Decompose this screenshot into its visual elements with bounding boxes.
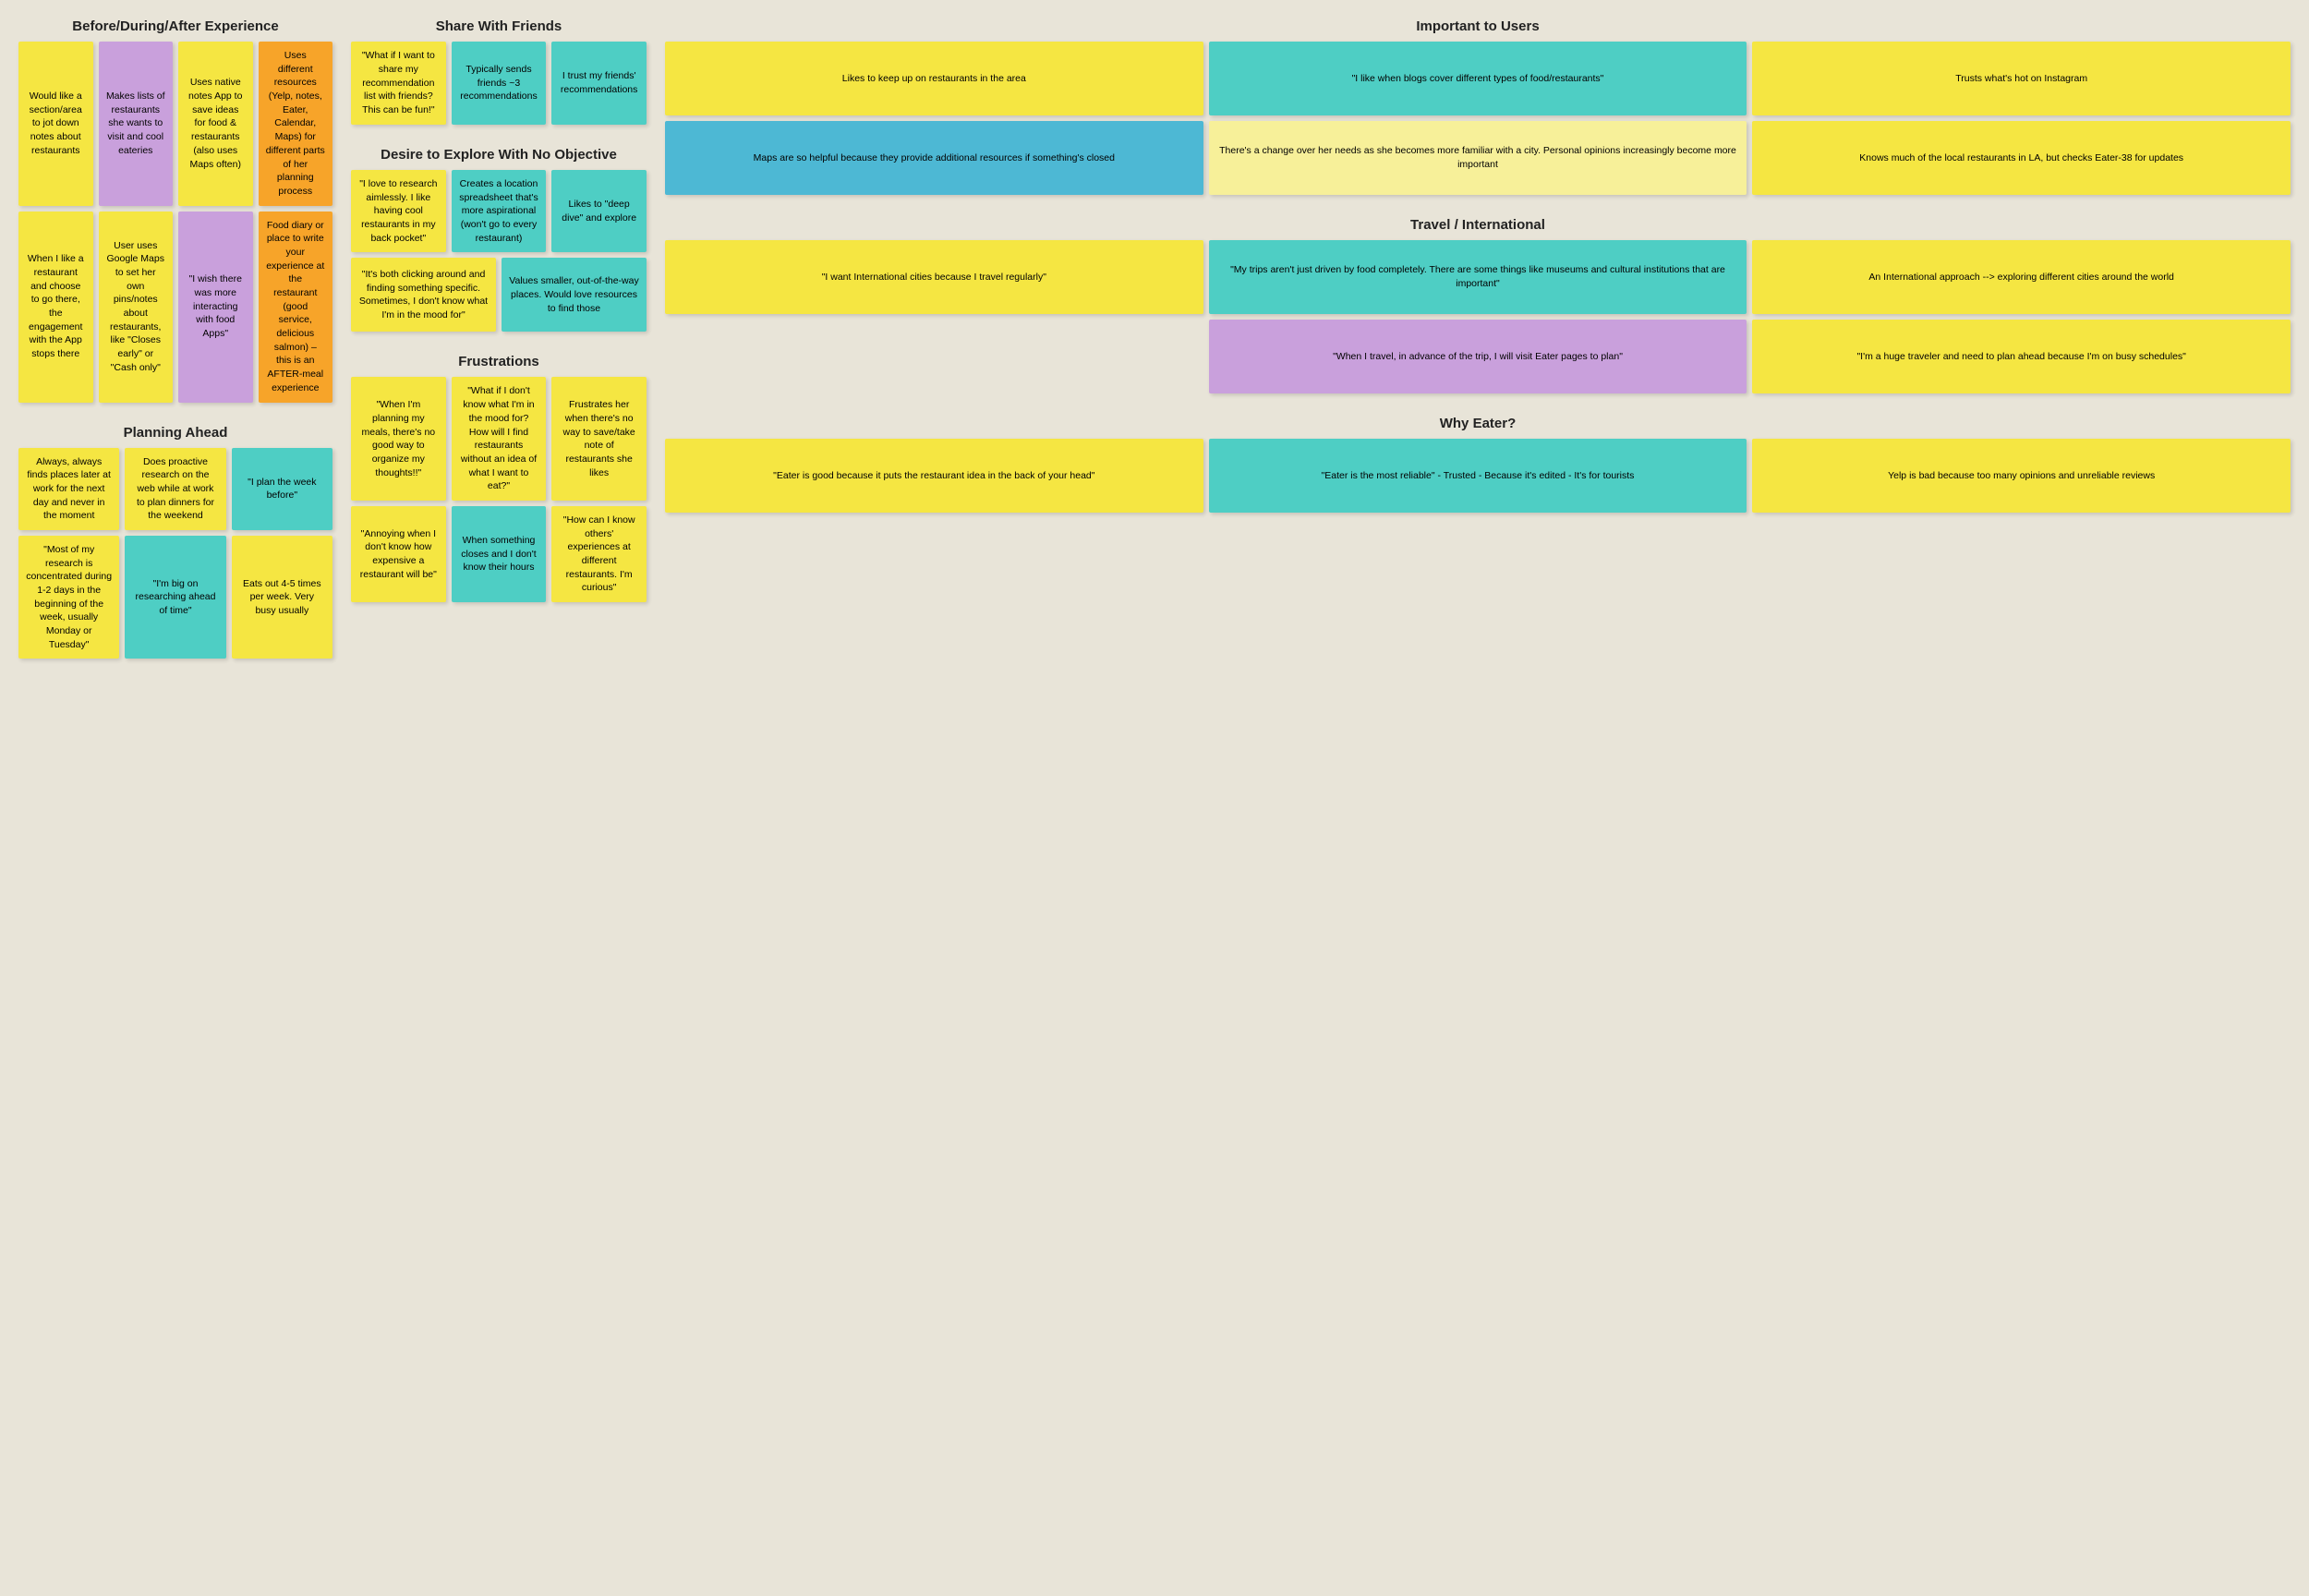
sticky-note: "I'm a huge traveler and need to plan ah… <box>1752 320 2291 393</box>
sticky-note: "I plan the week before" <box>232 448 332 530</box>
planning-ahead-section: Planning Ahead Always, always finds plac… <box>18 425 332 659</box>
sticky-note: "Annoying when I don't know how expensiv… <box>351 506 446 602</box>
sticky-note: "I'm big on researching ahead of time" <box>125 536 225 659</box>
travel-row2-actual: "When I travel, in advance of the trip, … <box>665 320 2291 393</box>
sticky-note: Yelp is bad because too many opinions an… <box>1752 439 2291 513</box>
sticky-note: "I wish there was more interacting with … <box>178 212 253 403</box>
sticky-note: User uses Google Maps to set her own pin… <box>99 212 174 403</box>
sticky-note: Always, always finds places later at wor… <box>18 448 119 530</box>
sticky-note: Maps are so helpful because they provide… <box>665 121 1203 195</box>
before-during-after-section: Before/During/After Experience Would lik… <box>18 18 332 403</box>
why-eater-row1: "Eater is good because it puts the resta… <box>665 439 2291 513</box>
sticky-note: "I love to research aimlessly. I like ha… <box>351 170 446 252</box>
sticky-note: Trusts what's hot on Instagram <box>1752 42 2291 115</box>
frustrations-section: Frustrations "When I'm planning my meals… <box>351 354 647 602</box>
sticky-note: Uses different resources (Yelp, notes, E… <box>259 42 333 206</box>
sticky-note: Knows much of the local restaurants in L… <box>1752 121 2291 195</box>
important-to-users-row2: Maps are so helpful because they provide… <box>665 121 2291 195</box>
sticky-note: "How can I know others' experiences at d… <box>551 506 647 602</box>
frustrations-title: Frustrations <box>351 354 647 369</box>
sticky-note: "My trips aren't just driven by food com… <box>1209 240 1747 314</box>
sticky-note: Frustrates her when there's no way to sa… <box>551 377 647 501</box>
sticky-note: Eats out 4-5 times per week. Very busy u… <box>232 536 332 659</box>
sticky-note: Does proactive research on the web while… <box>125 448 225 530</box>
sticky-note: "When I'm planning my meals, there's no … <box>351 377 446 501</box>
sticky-note: Typically sends friends ~3 recommendatio… <box>452 42 547 125</box>
desire-to-explore-row1: "I love to research aimlessly. I like ha… <box>351 170 647 252</box>
sticky-note: Would like a section/area to jot down no… <box>18 42 93 206</box>
sticky-note: "Most of my research is concentrated dur… <box>18 536 119 659</box>
travel-international-section: Travel / International "I want Internati… <box>665 217 2291 393</box>
sticky-note: Likes to "deep dive" and explore <box>551 170 647 252</box>
sticky-note: Makes lists of restaurants she wants to … <box>99 42 174 206</box>
sticky-note: "When I travel, in advance of the trip, … <box>1209 320 1747 393</box>
sticky-note: "Eater is good because it puts the resta… <box>665 439 1203 513</box>
sticky-note: When I like a restaurant and choose to g… <box>18 212 93 403</box>
important-to-users-row1: Likes to keep up on restaurants in the a… <box>665 42 2291 115</box>
sticky-note: "It's both clicking around and finding s… <box>351 258 496 332</box>
planning-ahead-row2: "Most of my research is concentrated dur… <box>18 536 332 659</box>
sticky-note: I trust my friends' recommendations <box>551 42 647 125</box>
sticky-note: There's a change over her needs as she b… <box>1209 121 1747 195</box>
important-to-users-section: Important to Users Likes to keep up on r… <box>665 18 2291 195</box>
sticky-note: Food diary or place to write your experi… <box>259 212 333 403</box>
before-during-after-row1: Would like a section/area to jot down no… <box>18 42 332 206</box>
sticky-note: An International approach --> exploring … <box>1752 240 2291 314</box>
travel-international-title: Travel / International <box>665 217 2291 233</box>
sticky-note: "I want International cities because I t… <box>665 240 1203 314</box>
sticky-note: "I like when blogs cover different types… <box>1209 42 1747 115</box>
sticky-note: "What if I don't know what I'm in the mo… <box>452 377 547 501</box>
sticky-note: "Eater is the most reliable" - Trusted -… <box>1209 439 1747 513</box>
frustrations-row2: "Annoying when I don't know how expensiv… <box>351 506 647 602</box>
sticky-note: Values smaller, out-of-the-way places. W… <box>502 258 647 332</box>
planning-ahead-row1: Always, always finds places later at wor… <box>18 448 332 530</box>
sticky-note: "What if I want to share my recommendati… <box>351 42 446 125</box>
sticky-note: When something closes and I don't know t… <box>452 506 547 602</box>
desire-to-explore-title: Desire to Explore With No Objective <box>351 147 647 163</box>
sticky-note: Uses native notes App to save ideas for … <box>178 42 253 206</box>
share-with-friends-section: Share With Friends "What if I want to sh… <box>351 18 647 125</box>
desire-to-explore-row2: "It's both clicking around and finding s… <box>351 258 647 332</box>
share-with-friends-row1: "What if I want to share my recommendati… <box>351 42 647 125</box>
why-eater-section: Why Eater? "Eater is good because it put… <box>665 416 2291 513</box>
why-eater-title: Why Eater? <box>665 416 2291 431</box>
desire-to-explore-section: Desire to Explore With No Objective "I l… <box>351 147 647 332</box>
planning-ahead-title: Planning Ahead <box>18 425 332 441</box>
before-during-after-title: Before/During/After Experience <box>18 18 332 34</box>
frustrations-row1: "When I'm planning my meals, there's no … <box>351 377 647 501</box>
share-with-friends-title: Share With Friends <box>351 18 647 34</box>
before-during-after-row2: When I like a restaurant and choose to g… <box>18 212 332 403</box>
sticky-note: Likes to keep up on restaurants in the a… <box>665 42 1203 115</box>
travel-international-row1: "I want International cities because I t… <box>665 240 2291 314</box>
sticky-note: Creates a location spreadsheet that's mo… <box>452 170 547 252</box>
important-to-users-title: Important to Users <box>665 18 2291 34</box>
